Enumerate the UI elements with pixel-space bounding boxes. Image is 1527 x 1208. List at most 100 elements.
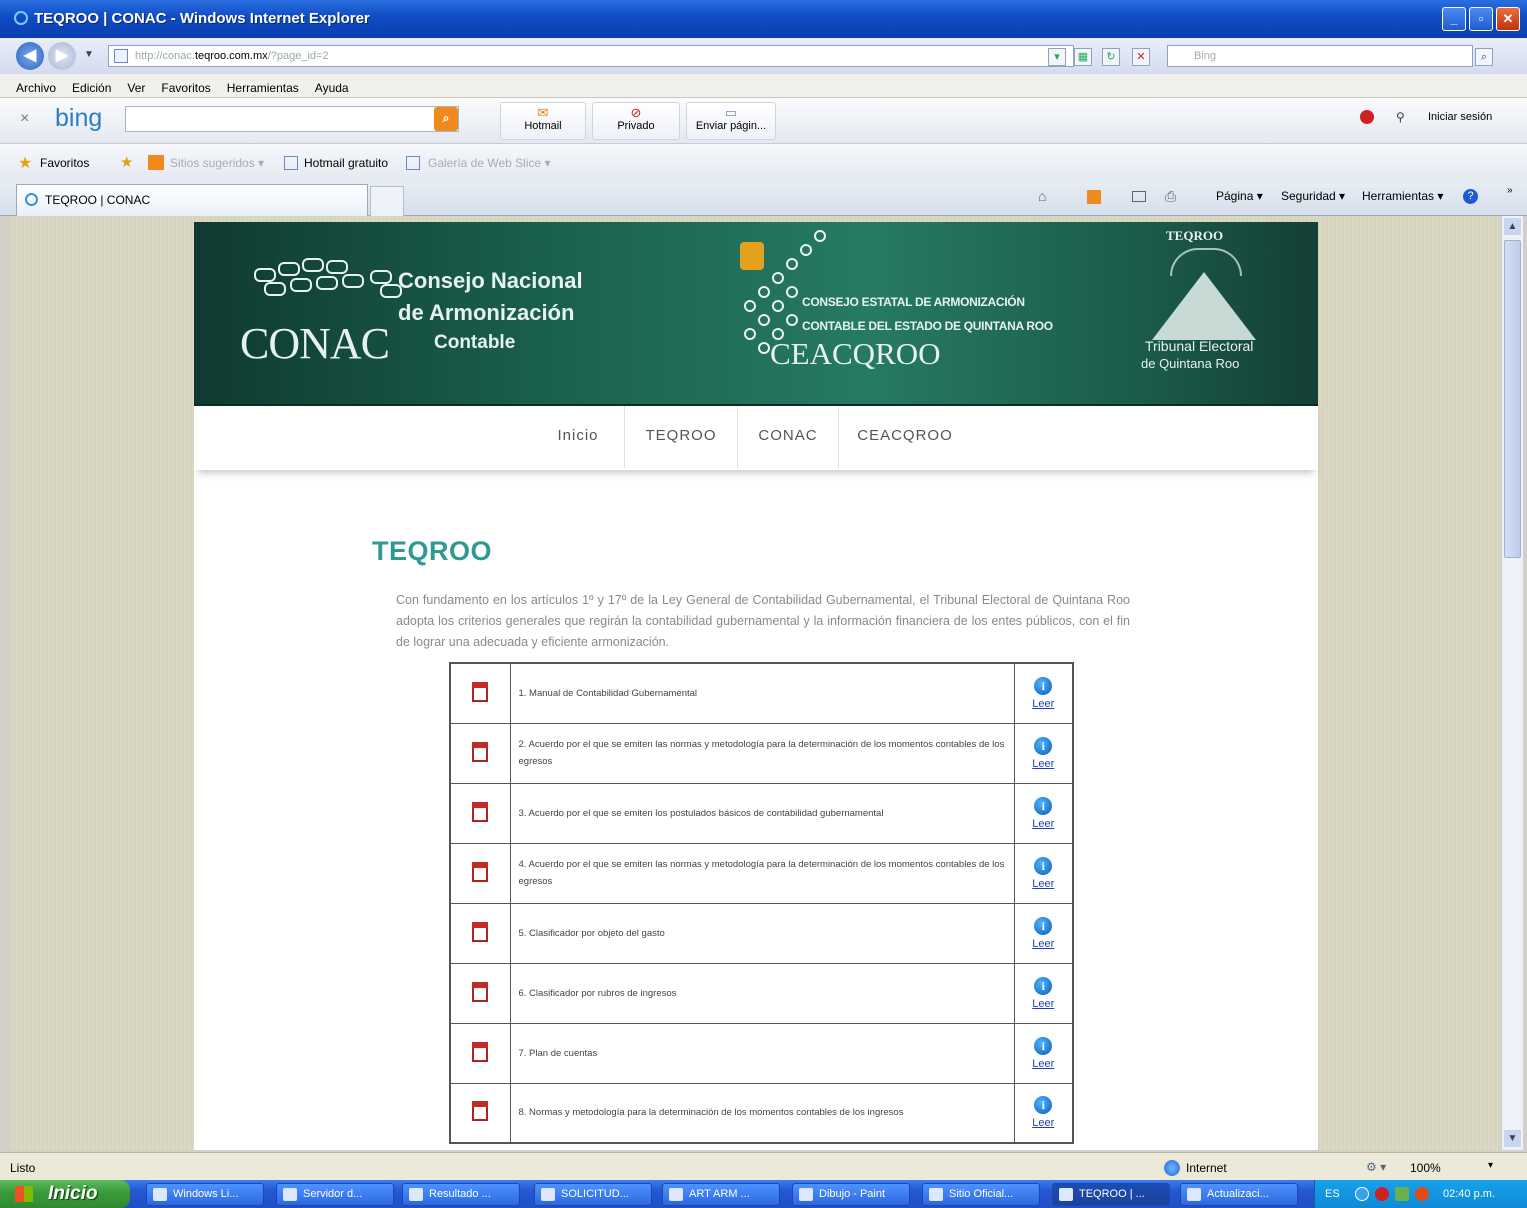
- private-button[interactable]: ⊘ Privado: [592, 102, 680, 140]
- search-icon[interactable]: ⌕: [1475, 48, 1493, 66]
- vertical-scrollbar[interactable]: ▲ ▼: [1501, 216, 1523, 1150]
- pdf-icon[interactable]: [469, 680, 491, 704]
- pdf-icon[interactable]: [469, 1099, 491, 1123]
- read-link[interactable]: Leer: [1015, 998, 1073, 1010]
- favorites-item-suggested[interactable]: Sitios sugeridos ▾: [170, 156, 264, 170]
- scroll-up-icon[interactable]: ▲: [1504, 218, 1521, 235]
- add-favorite-icon[interactable]: ★: [120, 153, 133, 171]
- taskbar-button[interactable]: Sitio Oficial...: [922, 1183, 1040, 1206]
- taskbar-button[interactable]: Windows Li...: [146, 1183, 264, 1206]
- send-page-button[interactable]: ▭ Enviar págin...: [686, 102, 776, 140]
- favorites-item-hotmail[interactable]: Hotmail gratuito: [304, 156, 388, 170]
- close-toolbar-icon[interactable]: ×: [20, 110, 29, 128]
- address-dropdown-icon[interactable]: ▾: [1048, 48, 1066, 66]
- tray-app-icon[interactable]: [1395, 1187, 1409, 1201]
- help-icon[interactable]: ?: [1463, 189, 1478, 204]
- protected-mode-icon[interactable]: ⚙ ▾: [1366, 1160, 1386, 1174]
- info-icon[interactable]: i: [1034, 736, 1053, 755]
- read-link[interactable]: Leer: [1015, 758, 1073, 770]
- tray-antivirus-icon[interactable]: [1415, 1187, 1429, 1201]
- tray-security-icon[interactable]: [1375, 1187, 1389, 1201]
- page-title: TEQROO: [372, 536, 493, 566]
- read-link[interactable]: Leer: [1015, 938, 1073, 950]
- favorites-item-gallery[interactable]: Galería de Web Slice ▾: [428, 156, 551, 170]
- shield-icon[interactable]: [1360, 110, 1374, 124]
- zoom-dropdown-icon[interactable]: ▾: [1488, 1160, 1493, 1171]
- menu-herramientas-cmd[interactable]: Herramientas ▾: [1362, 189, 1443, 203]
- search-input[interactable]: Bing: [1167, 45, 1473, 67]
- person-icon[interactable]: ⚲: [1396, 110, 1405, 124]
- history-dropdown-icon[interactable]: ▼: [84, 49, 94, 60]
- minimize-button[interactable]: _: [1442, 7, 1466, 31]
- start-button[interactable]: Inicio: [0, 1180, 130, 1208]
- favorites-star-icon: ★: [18, 155, 33, 172]
- favorites-button[interactable]: Favoritos: [40, 156, 89, 170]
- taskbar-button[interactable]: Actualizaci...: [1180, 1183, 1298, 1206]
- info-icon[interactable]: i: [1034, 976, 1053, 995]
- pdf-icon[interactable]: [469, 800, 491, 824]
- pdf-icon[interactable]: [469, 980, 491, 1004]
- info-icon[interactable]: i: [1034, 916, 1053, 935]
- taskbar-button-label: Sitio Oficial...: [949, 1188, 1014, 1200]
- conac-hex-icon: [290, 278, 312, 292]
- pdf-icon[interactable]: [469, 1040, 491, 1064]
- menu-seguridad[interactable]: Seguridad ▾: [1281, 189, 1345, 203]
- read-link[interactable]: Leer: [1015, 1058, 1073, 1070]
- taskbar-button[interactable]: TEQROO | ...: [1052, 1183, 1170, 1206]
- mail-icon[interactable]: [1132, 191, 1146, 202]
- maximize-button[interactable]: ▫: [1469, 7, 1493, 31]
- bing-search-button[interactable]: ⌕: [434, 107, 458, 131]
- bing-search-input[interactable]: [125, 106, 459, 132]
- security-zone: Internet: [1186, 1161, 1227, 1175]
- nav-inicio[interactable]: Inicio: [532, 406, 624, 470]
- read-cell: i Leer: [1013, 1022, 1074, 1084]
- forward-button[interactable]: ▶: [48, 42, 76, 70]
- close-button[interactable]: ✕: [1496, 7, 1520, 31]
- overflow-chevron-icon[interactable]: »: [1507, 185, 1513, 196]
- nav-ceacqroo[interactable]: CEACQROO: [839, 406, 971, 470]
- read-link[interactable]: Leer: [1015, 698, 1073, 710]
- taskbar-button[interactable]: SOLICITUD...: [534, 1183, 652, 1206]
- hotmail-button[interactable]: ✉ Hotmail: [500, 102, 586, 140]
- refresh-icon[interactable]: ↻: [1102, 48, 1120, 66]
- info-icon[interactable]: i: [1034, 856, 1053, 875]
- menu-pagina[interactable]: Página ▾: [1216, 189, 1263, 203]
- nav-conac[interactable]: CONAC: [738, 406, 838, 470]
- signin-link[interactable]: Iniciar sesión: [1428, 111, 1492, 123]
- read-link[interactable]: Leer: [1015, 818, 1073, 830]
- new-tab-button[interactable]: [370, 186, 404, 216]
- home-icon[interactable]: ⌂: [1038, 188, 1046, 204]
- read-cell: i Leer: [1013, 722, 1074, 784]
- nav-teqroo[interactable]: TEQROO: [625, 406, 737, 470]
- pdf-icon[interactable]: [469, 740, 491, 764]
- scroll-down-icon[interactable]: ▼: [1504, 1130, 1521, 1147]
- page-viewport: CONAC Consejo Nacional de Armonización C…: [10, 216, 1501, 1150]
- address-field[interactable]: http://conac.teqroo.com.mx/?page_id=2: [108, 45, 1074, 67]
- print-icon[interactable]: ⎙: [1165, 188, 1176, 205]
- ceac-dot-icon: [758, 314, 770, 326]
- info-icon[interactable]: i: [1034, 1096, 1053, 1115]
- taskbar-button[interactable]: Resultado ...: [402, 1183, 520, 1206]
- scroll-thumb[interactable]: [1504, 240, 1521, 558]
- language-indicator[interactable]: ES: [1325, 1188, 1340, 1200]
- feeds-icon[interactable]: [1087, 190, 1101, 204]
- back-button[interactable]: ◀: [16, 42, 44, 70]
- compatibility-icon[interactable]: ▦: [1074, 48, 1092, 66]
- document-row: 8. Normas y metodología para la determin…: [449, 1082, 1074, 1144]
- info-icon[interactable]: i: [1034, 796, 1053, 815]
- pdf-icon[interactable]: [469, 860, 491, 884]
- stop-icon[interactable]: ✕: [1132, 48, 1150, 66]
- info-icon[interactable]: i: [1034, 1036, 1053, 1055]
- taskbar-button[interactable]: Servidor d...: [276, 1183, 394, 1206]
- tab-teqroo[interactable]: TEQROO | CONAC: [16, 184, 368, 216]
- hotmail-label: Hotmail: [524, 120, 562, 132]
- pdf-cell: [449, 1082, 511, 1144]
- tray-network-icon[interactable]: [1355, 1187, 1369, 1201]
- info-icon[interactable]: i: [1034, 676, 1053, 695]
- taskbar-button[interactable]: Dibujo - Paint: [792, 1183, 910, 1206]
- read-link[interactable]: Leer: [1015, 878, 1073, 890]
- taskbar-button[interactable]: ART ARM ...: [662, 1183, 780, 1206]
- read-link[interactable]: Leer: [1015, 1117, 1073, 1129]
- zoom-level[interactable]: 100%: [1410, 1161, 1441, 1175]
- pdf-icon[interactable]: [469, 920, 491, 944]
